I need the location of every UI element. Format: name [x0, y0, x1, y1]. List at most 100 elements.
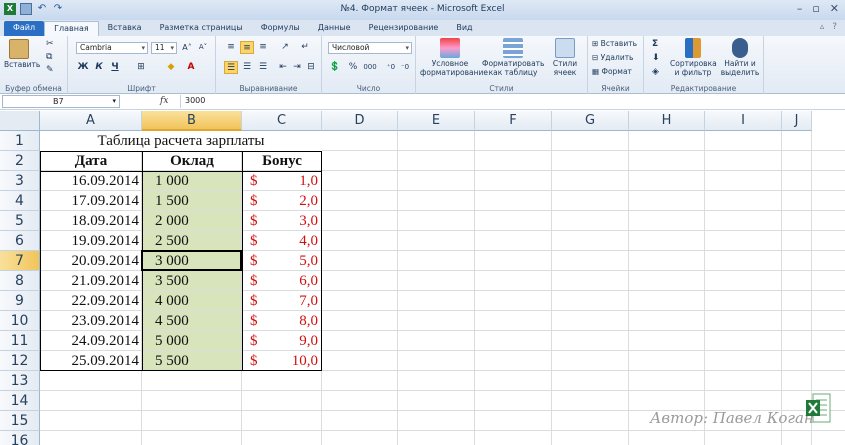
row-header-15[interactable]: 15 — [0, 411, 40, 431]
bonus-cell[interactable]: $2,0 — [242, 191, 322, 211]
salary-cell[interactable]: 1 500 — [142, 191, 241, 210]
clear-icon[interactable]: ◈ — [652, 67, 659, 77]
select-all-corner[interactable] — [0, 111, 40, 131]
increase-decimal-icon[interactable]: ⁺0 — [384, 61, 398, 74]
align-bottom-icon[interactable]: ≡ — [256, 41, 270, 54]
bold-button[interactable]: Ж — [76, 61, 90, 74]
column-header-a[interactable]: A — [40, 111, 142, 131]
cell-styles-button[interactable]: Стили ячеек — [548, 38, 582, 77]
row-header-12[interactable]: 12 — [0, 351, 40, 371]
header-cell-1[interactable]: Дата — [40, 151, 142, 171]
insert-cells-button[interactable]: ⊞ Вставить — [592, 39, 637, 48]
row-header-8[interactable]: 8 — [0, 271, 40, 291]
indent-increase-icon[interactable]: ⇥ — [290, 61, 304, 74]
bonus-cell[interactable]: $6,0 — [242, 271, 322, 291]
orientation-icon[interactable]: ↗ — [278, 41, 292, 54]
borders-icon[interactable]: ⊞ — [134, 61, 148, 74]
column-header-b[interactable]: B — [142, 111, 242, 131]
number-format-select[interactable]: Числовой — [328, 42, 412, 54]
date-cell[interactable]: 21.09.2014 — [40, 271, 142, 291]
row-header-4[interactable]: 4 — [0, 191, 40, 211]
column-header-e[interactable]: E — [398, 111, 475, 131]
date-cell[interactable]: 17.09.2014 — [40, 191, 142, 211]
date-cell[interactable]: 22.09.2014 — [40, 291, 142, 311]
wrap-text-icon[interactable]: ↵ — [298, 41, 312, 54]
tab-view[interactable]: Вид — [447, 21, 481, 36]
font-color-icon[interactable]: A — [184, 61, 198, 74]
maximize-icon[interactable]: ▫ — [812, 2, 819, 15]
salary-cell[interactable]: 1 000 — [142, 171, 241, 190]
bonus-cell[interactable]: $1,0 — [242, 171, 322, 191]
tab-file[interactable]: Файл — [4, 21, 45, 36]
salary-cell[interactable]: 2 500 — [142, 231, 241, 250]
date-cell[interactable]: 25.09.2014 — [40, 351, 142, 371]
header-cell-2[interactable]: Оклад — [142, 151, 242, 171]
row-header-11[interactable]: 11 — [0, 331, 40, 351]
italic-button[interactable]: К — [92, 61, 106, 74]
row-header-2[interactable]: 2 — [0, 151, 40, 171]
align-center-icon[interactable]: ☰ — [240, 61, 254, 74]
row-header-16[interactable]: 16 — [0, 431, 40, 445]
date-cell[interactable]: 19.09.2014 — [40, 231, 142, 251]
align-right-icon[interactable]: ☰ — [256, 61, 270, 74]
bonus-cell[interactable]: $5,0 — [242, 251, 322, 271]
tab-insert[interactable]: Вставка — [99, 21, 151, 36]
tab-data[interactable]: Данные — [309, 21, 360, 36]
row-header-3[interactable]: 3 — [0, 171, 40, 191]
row-header-1[interactable]: 1 — [0, 131, 40, 151]
shrink-font-icon[interactable]: A˅ — [196, 41, 210, 54]
tab-page-layout[interactable]: Разметка страницы — [151, 21, 252, 36]
salary-cell[interactable]: 4 000 — [142, 291, 241, 310]
font-name-select[interactable]: Cambria — [76, 42, 148, 54]
autosum-icon[interactable]: Σ — [652, 39, 658, 49]
tab-formulas[interactable]: Формулы — [252, 21, 309, 36]
align-top-icon[interactable]: ≡ — [224, 41, 238, 54]
underline-button[interactable]: Ч — [108, 61, 122, 74]
format-painter-icon[interactable]: ✎ — [46, 65, 54, 75]
column-header-f[interactable]: F — [475, 111, 552, 131]
row-header-10[interactable]: 10 — [0, 311, 40, 331]
date-cell[interactable]: 18.09.2014 — [40, 211, 142, 231]
bonus-cell[interactable]: $9,0 — [242, 331, 322, 351]
conditional-formatting-button[interactable]: Условное форматирование — [420, 38, 488, 77]
delete-cells-button[interactable]: ⊟ Удалить — [592, 53, 633, 62]
column-header-j[interactable]: J — [782, 111, 812, 131]
bonus-cell[interactable]: $7,0 — [242, 291, 322, 311]
merge-center-icon[interactable]: ⊟ — [304, 61, 318, 74]
column-header-h[interactable]: H — [629, 111, 705, 131]
salary-cell[interactable]: 3 500 — [142, 271, 241, 290]
row-header-13[interactable]: 13 — [0, 371, 40, 391]
format-as-table-button[interactable]: Форматировать как таблицу — [482, 38, 544, 77]
salary-cell[interactable]: 2 000 — [142, 211, 241, 230]
format-cells-button[interactable]: ▦ Формат — [592, 67, 632, 76]
minimize-icon[interactable]: – — [797, 2, 803, 15]
cut-icon[interactable]: ✂ — [46, 39, 54, 49]
thousands-button[interactable]: 000 — [360, 61, 380, 74]
fill-color-icon[interactable]: ◆ — [164, 61, 178, 74]
column-header-c[interactable]: C — [242, 111, 322, 131]
paste-button[interactable]: Вставить — [4, 39, 40, 69]
column-header-d[interactable]: D — [322, 111, 398, 131]
close-icon[interactable]: ✕ — [830, 2, 839, 15]
find-select-button[interactable]: Найти и выделить — [718, 38, 762, 77]
bonus-cell[interactable]: $4,0 — [242, 231, 322, 251]
copy-icon[interactable]: ⧉ — [46, 52, 52, 62]
indent-decrease-icon[interactable]: ⇤ — [276, 61, 290, 74]
font-size-select[interactable]: 11 — [151, 42, 177, 54]
name-box[interactable]: B7 — [2, 95, 120, 108]
column-header-g[interactable]: G — [552, 111, 629, 131]
tab-review[interactable]: Рецензирование — [360, 21, 448, 36]
salary-cell[interactable]: 5 500 — [142, 351, 241, 370]
bonus-cell[interactable]: $3,0 — [242, 211, 322, 231]
grow-font-icon[interactable]: A˄ — [180, 41, 194, 54]
date-cell[interactable]: 20.09.2014 — [40, 251, 142, 271]
sheet-title-cell[interactable]: Таблица расчета зарплаты — [40, 131, 322, 151]
date-cell[interactable]: 16.09.2014 — [40, 171, 142, 191]
header-cell-3[interactable]: Бонус — [242, 151, 322, 171]
bonus-cell[interactable]: $8,0 — [242, 311, 322, 331]
sort-filter-button[interactable]: Сортировка и фильтр — [670, 38, 717, 77]
tab-home[interactable]: Главная — [44, 21, 99, 36]
date-cell[interactable]: 23.09.2014 — [40, 311, 142, 331]
selected-cell[interactable] — [141, 250, 242, 271]
row-header-6[interactable]: 6 — [0, 231, 40, 251]
